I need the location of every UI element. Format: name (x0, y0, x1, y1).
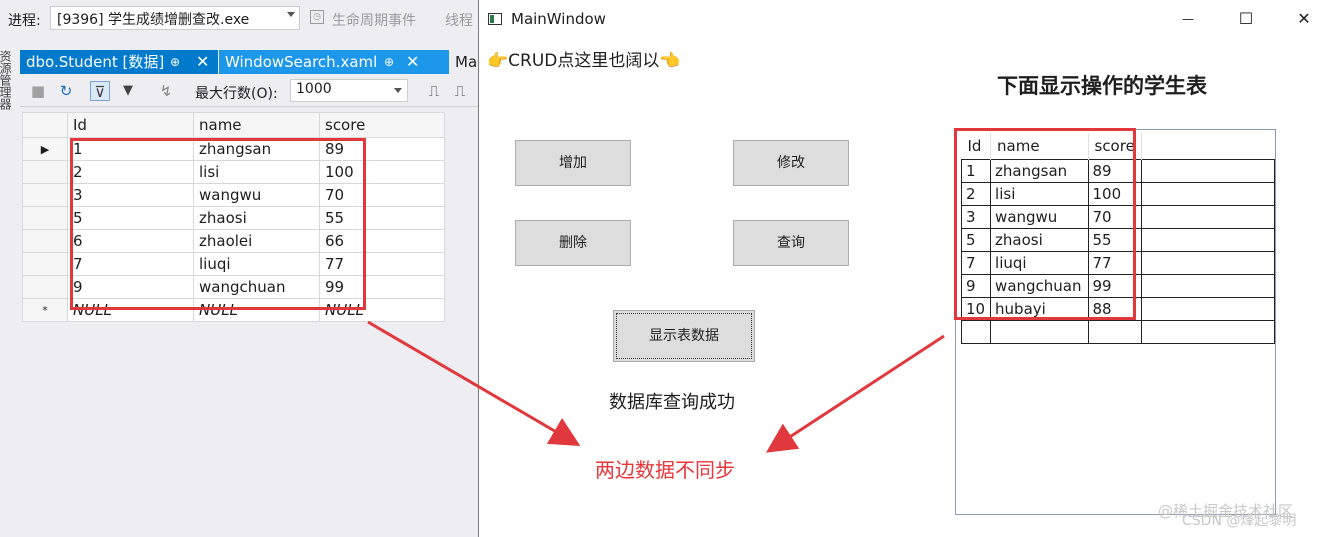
annotation-arrows (367, 320, 945, 453)
arrow-right (765, 334, 945, 453)
arrow-left (367, 320, 581, 447)
watermark-csdn: CSDN @烽起黎明 (1182, 513, 1297, 529)
